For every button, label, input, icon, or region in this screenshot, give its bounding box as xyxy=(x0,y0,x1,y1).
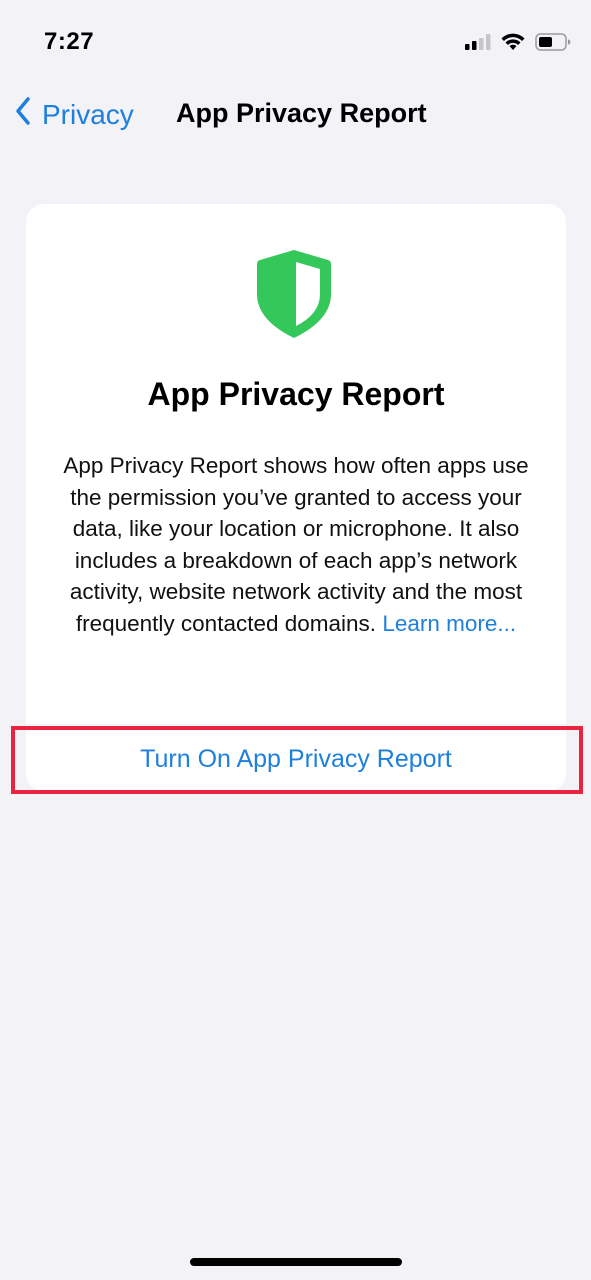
description-text: App Privacy Report shows how often apps … xyxy=(63,453,529,636)
shield-icon xyxy=(254,246,334,347)
back-label: Privacy xyxy=(42,98,134,130)
status-bar: 7:27 xyxy=(0,0,591,80)
privacy-report-card: App Privacy Report App Privacy Report sh… xyxy=(26,204,566,791)
battery-icon xyxy=(535,33,571,56)
learn-more-link[interactable]: Learn more... xyxy=(382,611,516,636)
cellular-signal-icon xyxy=(465,34,491,55)
back-button[interactable]: Privacy xyxy=(14,96,134,133)
page-title: App Privacy Report xyxy=(176,98,427,128)
home-indicator[interactable] xyxy=(190,1258,402,1266)
chevron-left-icon xyxy=(14,96,42,133)
status-icons xyxy=(465,33,571,56)
wifi-icon xyxy=(501,33,525,56)
highlight-box xyxy=(11,726,583,794)
divider xyxy=(26,724,566,725)
navigation-bar: Privacy App Privacy Report xyxy=(0,90,591,140)
status-time: 7:27 xyxy=(44,28,95,55)
card-title: App Privacy Report xyxy=(147,376,445,412)
card-description: App Privacy Report shows how often apps … xyxy=(56,450,536,639)
